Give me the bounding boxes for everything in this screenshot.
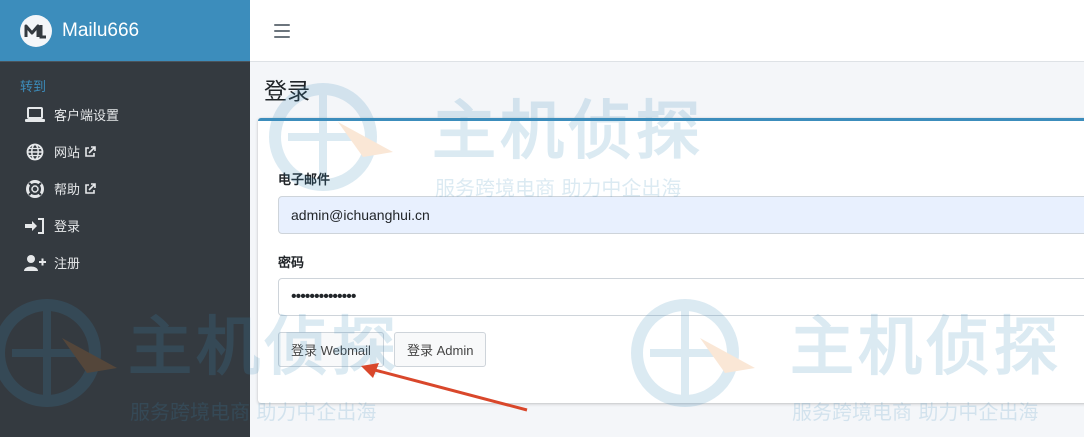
sidebar-item-label: 登录 bbox=[54, 219, 81, 234]
password-label: 密码 bbox=[278, 255, 305, 270]
laptop-icon bbox=[24, 106, 46, 124]
password-field[interactable] bbox=[278, 278, 1084, 316]
sidebar-item-website[interactable]: 网站 bbox=[0, 133, 250, 170]
brand-link[interactable]: Mailu666 bbox=[0, 0, 250, 62]
sidebar-item-register[interactable]: 注册 bbox=[0, 244, 250, 281]
sidebar: Mailu666 转到 客户端设置 网站 帮助 登录 注册 bbox=[0, 0, 250, 437]
brand-name: Mailu666 bbox=[62, 19, 140, 41]
sign-in-icon bbox=[24, 217, 46, 235]
hamburger-menu-icon[interactable] bbox=[274, 23, 290, 38]
globe-icon bbox=[24, 143, 46, 161]
lifebuoy-icon bbox=[24, 179, 46, 198]
top-navbar bbox=[250, 0, 1084, 62]
external-link-icon bbox=[84, 182, 96, 195]
login-admin-button[interactable]: 登录 Admin bbox=[394, 332, 487, 367]
user-plus-icon bbox=[24, 254, 46, 272]
email-field[interactable] bbox=[278, 196, 1084, 234]
page-title: 登录 bbox=[264, 78, 310, 104]
main-content: 登录 电子邮件 密码 登录 Webmail 登录 Admin bbox=[250, 62, 1084, 437]
sidebar-item-label: 注册 bbox=[54, 256, 81, 271]
sidebar-item-label: 网站 bbox=[54, 145, 81, 160]
sidebar-item-client-settings[interactable]: 客户端设置 bbox=[0, 96, 250, 133]
login-webmail-button[interactable]: 登录 Webmail bbox=[278, 332, 384, 367]
sidebar-item-login[interactable]: 登录 bbox=[0, 207, 250, 244]
nav-header: 转到 bbox=[20, 79, 47, 94]
mailu-logo-icon bbox=[20, 14, 52, 47]
login-card: 电子邮件 密码 登录 Webmail 登录 Admin bbox=[258, 118, 1084, 403]
sidebar-item-help[interactable]: 帮助 bbox=[0, 170, 250, 207]
sidebar-item-label: 客户端设置 bbox=[54, 108, 120, 123]
email-label: 电子邮件 bbox=[278, 172, 331, 187]
sidebar-item-label: 帮助 bbox=[54, 182, 81, 197]
external-link-icon bbox=[84, 145, 96, 158]
